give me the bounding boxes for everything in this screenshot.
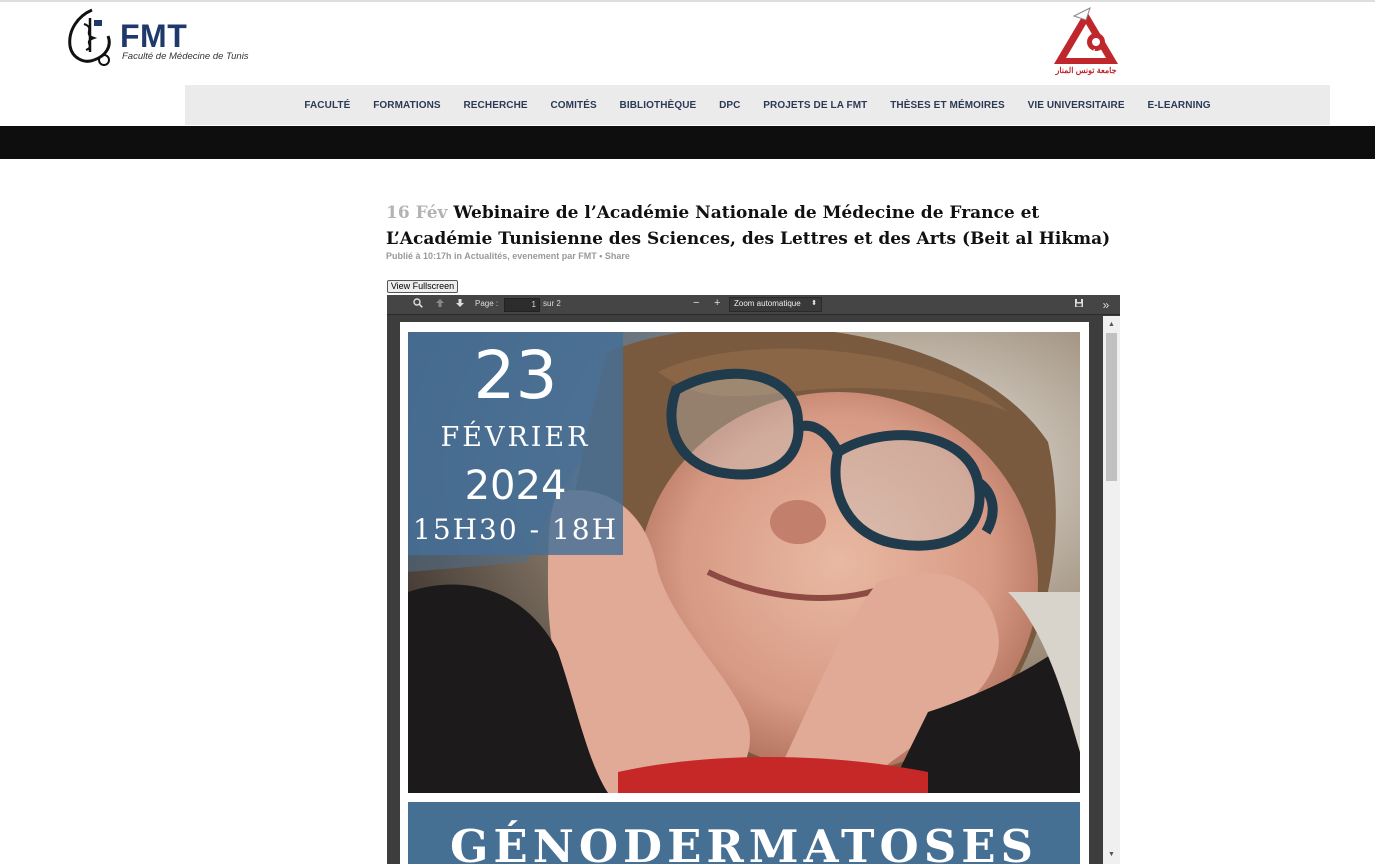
double-chevron-right-icon[interactable]: »	[1099, 298, 1113, 312]
post-title-text: Webinaire de l’Académie Nationale de Méd…	[386, 203, 1111, 249]
nav-item-projets[interactable]: PROJETS DE LA FMT	[752, 100, 879, 111]
nav-item-bibliotheque[interactable]: BIBLIOTHÈQUE	[608, 100, 708, 111]
pdf-viewer: Page : 1 sur 2 − + Zoom automatique ⬍ »	[387, 295, 1120, 864]
fmt-emblem-icon	[68, 8, 111, 66]
post-title: 16 Fév Webinaire de l’Académie Nationale…	[386, 200, 1131, 252]
page-number-input[interactable]: 1	[504, 298, 540, 312]
nav-item-theses[interactable]: THÈSES ET MÉMOIRES	[879, 100, 1016, 111]
zoom-out-button[interactable]: −	[693, 297, 699, 309]
poster-year: 2024	[464, 463, 567, 509]
fmt-logo[interactable]: FMT Faculté de Médecine de Tunis	[64, 6, 254, 68]
nav-item-recherche[interactable]: RECHERCHE	[452, 100, 539, 111]
nav-item-faculte[interactable]: FACULTÉ	[293, 100, 362, 111]
post-date: 16 Fév	[386, 203, 448, 223]
title-bar	[0, 126, 1375, 159]
poster-banner-text: GÉNODERMATOSES	[449, 820, 1039, 864]
arrow-up-icon[interactable]	[433, 298, 447, 312]
poster-banner: GÉNODERMATOSES	[408, 802, 1080, 864]
scrollbar-thumb[interactable]	[1106, 333, 1117, 481]
top-divider	[0, 0, 1375, 2]
nav-item-vie-universitaire[interactable]: VIE UNIVERSITAIRE	[1016, 100, 1136, 111]
fmt-logo-subtitle: Faculté de Médecine de Tunis	[122, 51, 249, 62]
post-meta: Publié à 10:17h in Actualités, evenement…	[386, 251, 630, 261]
search-icon[interactable]	[411, 298, 425, 312]
zoom-in-button[interactable]: +	[714, 297, 720, 309]
poster-date-box: 23 FÉVRIER 2024 15H30 - 18H	[408, 332, 623, 555]
pdf-scrollbar[interactable]: ▲ ▼	[1103, 316, 1120, 864]
download-icon[interactable]	[1072, 298, 1086, 312]
scroll-down-icon[interactable]: ▼	[1103, 848, 1120, 862]
page-label: Page :	[475, 299, 499, 308]
utm-emblem-icon: U T M	[1054, 7, 1118, 64]
nav-item-dpc[interactable]: DPC	[708, 100, 752, 111]
arrow-down-icon[interactable]	[453, 298, 467, 312]
zoom-select-value: Zoom automatique	[734, 299, 801, 308]
scroll-up-icon[interactable]: ▲	[1103, 318, 1120, 332]
utm-logo[interactable]: U T M جامعة تونس المنار	[1050, 6, 1122, 80]
nav-item-formations[interactable]: FORMATIONS	[362, 100, 452, 111]
main-nav: FACULTÉ FORMATIONS RECHERCHE COMITÉS BIB…	[185, 85, 1330, 125]
nav-item-comites[interactable]: COMITÉS	[539, 100, 608, 111]
nav-item-e-learning[interactable]: E-LEARNING	[1136, 100, 1222, 111]
view-fullscreen-button[interactable]: View Fullscreen	[387, 280, 458, 293]
page-total: sur 2	[543, 299, 561, 308]
poster-time: 15H30 - 18H	[413, 513, 618, 546]
poster-day: 23	[473, 337, 558, 414]
select-caret-icon: ⬍	[811, 300, 817, 307]
fmt-logo-title: FMT	[120, 18, 188, 54]
pdf-page: 23 FÉVRIER 2024 15H30 - 18H GÉNODERMATOS…	[400, 322, 1089, 864]
pdf-toolbar: Page : 1 sur 2 − + Zoom automatique ⬍ »	[387, 295, 1120, 315]
utm-logo-arabic: جامعة تونس المنار	[1055, 66, 1117, 75]
poster-month: FÉVRIER	[440, 422, 591, 453]
utm-letters: U T M	[1077, 49, 1096, 56]
zoom-select[interactable]: Zoom automatique ⬍	[729, 297, 822, 312]
